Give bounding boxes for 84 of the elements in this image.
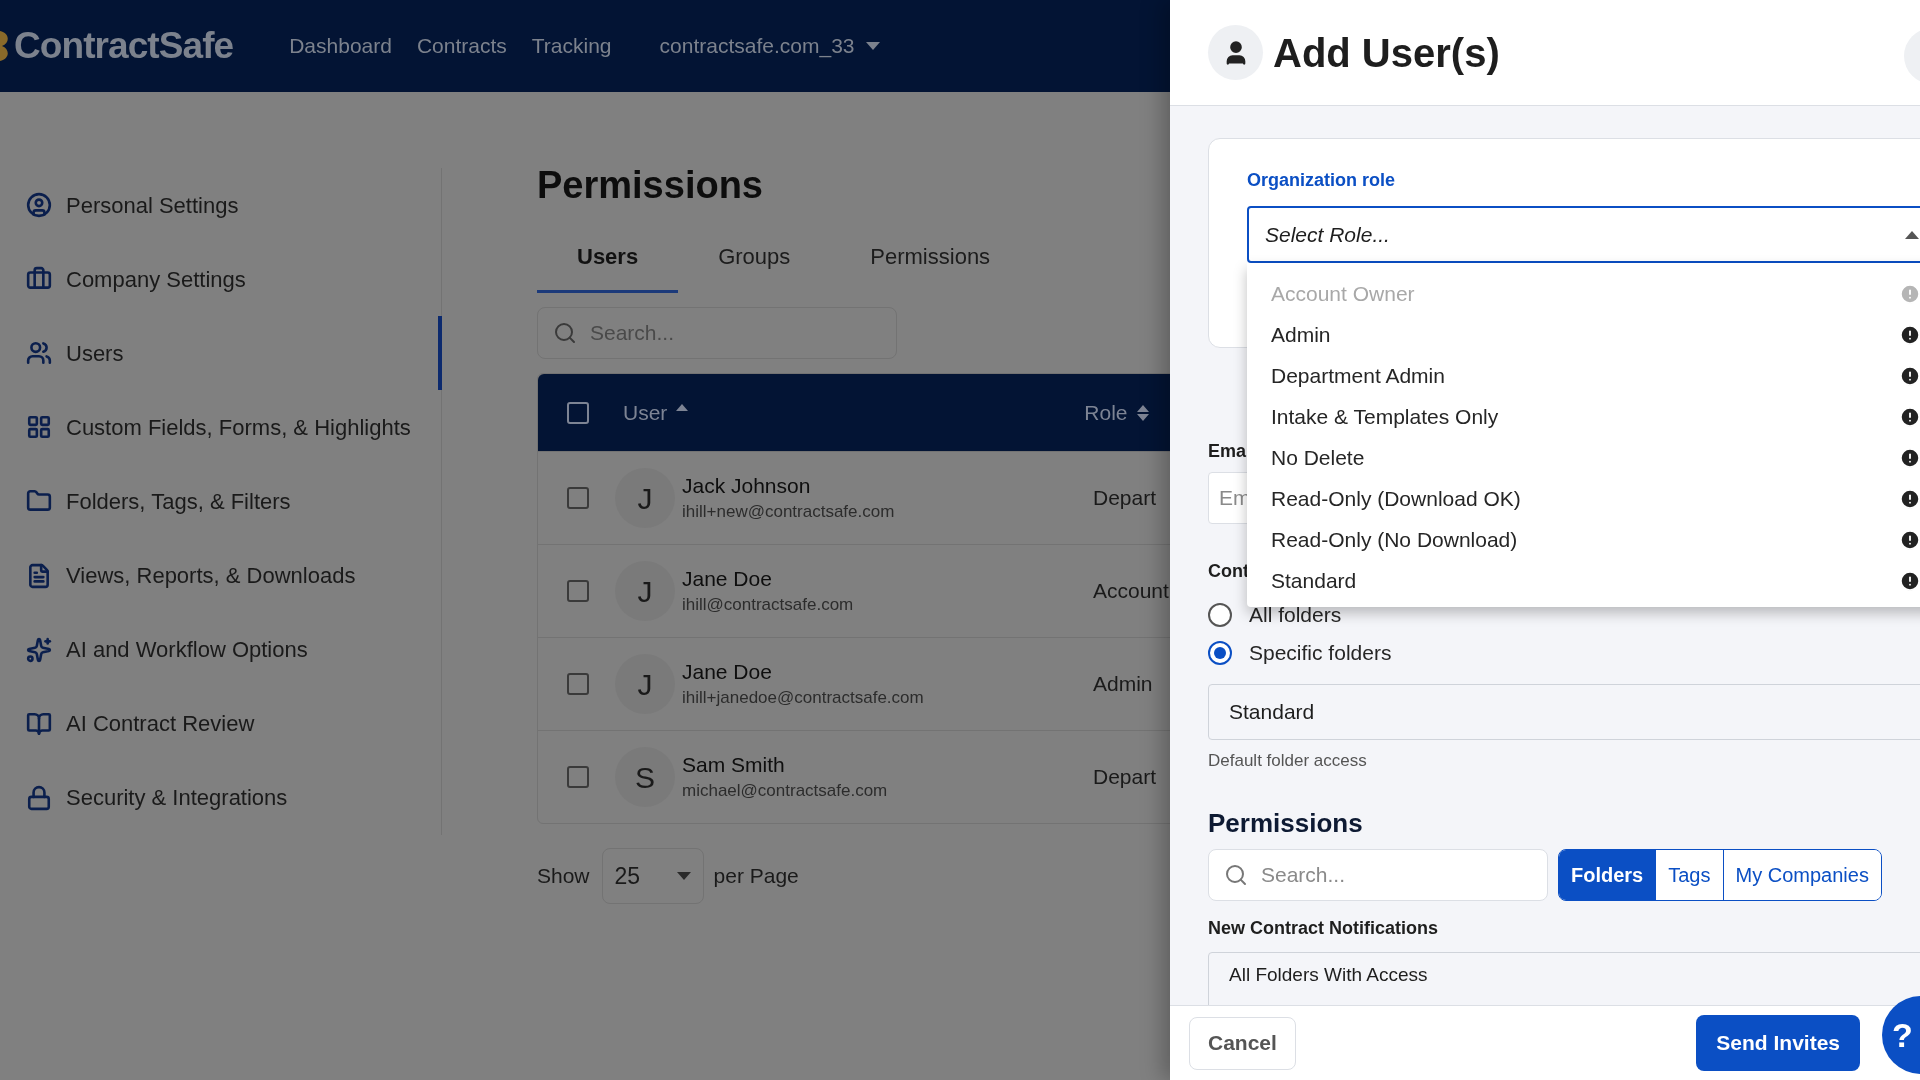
sidebar-item[interactable]: Folders, Tags, & Filters [0,464,442,539]
search-icon [553,321,577,345]
pagination-label: Show [537,863,590,890]
segment-tab[interactable]: Folders [1559,849,1656,900]
user-name: Jack Johnson [682,473,812,499]
avatar: J [615,561,675,621]
account-dropdown[interactable]: contractsafe.com_33 [659,30,881,62]
book-icon [26,710,52,737]
table-cell-text: Admin [1093,671,1153,698]
radio-button[interactable] [1208,603,1232,627]
pagination-label: per Page [713,863,799,890]
grid-icon [26,414,52,441]
user-email: ihill+janedoe@contractsafe.com [682,687,925,709]
user-name: Sam Smith [682,752,786,778]
table-cell-text: Account [1093,578,1169,605]
column-header[interactable]: User [623,396,690,429]
folder-select[interactable]: Standard [1208,684,1920,740]
sidebar-item[interactable]: Users [0,316,442,391]
lock-icon [26,784,52,811]
avatar: J [615,654,675,714]
logo-text: ContractSafe [14,24,234,69]
role-select[interactable]: Select Role... [1247,206,1920,263]
avatar: J [615,468,675,528]
section-title: Permissions [1208,806,1364,840]
dropdown-option[interactable]: Intake & Templates Only [1247,396,1920,437]
table-cell-text: Depart [1093,485,1157,512]
table-cell-text: Depart [1093,764,1157,791]
caret-icon [676,872,691,880]
column-header[interactable]: Role [1084,396,1150,429]
checkbox[interactable] [567,487,589,509]
help-button[interactable]: ? [1882,996,1920,1074]
nav-link[interactable]: Tracking [531,30,612,62]
radio-label: All folders [1249,602,1342,629]
sidebar-item[interactable]: Views, Reports, & Downloads [0,538,442,613]
field-hint: Default folder access [1208,750,1368,772]
checkbox[interactable] [567,401,589,424]
sidebar-item[interactable]: Company Settings [0,242,442,317]
avatar: S [615,747,675,807]
logo-icon [0,29,8,63]
segment-tab[interactable]: My Companies [1722,849,1881,900]
dropdown-option[interactable]: Department Admin [1247,355,1920,396]
panel-title: Add User(s) [1273,29,1500,77]
sidebar-item[interactable]: Custom Fields, Forms, & Highlights [0,390,442,465]
nav-link[interactable]: Contracts [416,30,507,62]
field-label: Cont [1208,560,1249,582]
field-label: New Contract Notifications [1208,916,1440,940]
radio-label: Specific folders [1249,640,1392,667]
tab[interactable]: Users [537,222,679,293]
user-email: ihill+new@contractsafe.com [682,501,896,523]
user-name: Jane Doe [682,659,773,685]
page-size-select[interactable]: 25 [601,848,704,904]
sidebar-item[interactable]: AI and Workflow Options [0,612,442,687]
sparkles-icon [26,636,52,663]
sidebar-item[interactable]: AI Contract Review [0,686,442,761]
nav-link[interactable]: Dashboard [289,30,392,62]
dropdown-option[interactable]: Read-Only (Download OK) [1247,478,1920,519]
caret-icon [866,42,881,50]
user-email: ihill@contractsafe.com [682,594,855,616]
sidebar-item[interactable]: Personal Settings [0,168,442,243]
radio-button[interactable] [1208,641,1232,665]
tab[interactable]: Groups [678,222,831,293]
tab[interactable]: Permissions [830,222,1031,293]
sidebar-item[interactable]: Security & Integrations [0,760,442,835]
user-name: Jane Doe [682,566,773,592]
segment-tab[interactable]: Tags [1655,849,1723,900]
field-label: Ema [1208,440,1247,462]
user-email: michael@contractsafe.com [682,780,889,802]
checkbox[interactable] [567,766,589,788]
page-title: Permissions [537,163,764,208]
people-icon [26,340,52,367]
dropdown-option[interactable]: Admin [1247,314,1920,355]
dropdown-option[interactable]: No Delete [1247,437,1920,478]
cancel-button[interactable]: Cancel [1189,1016,1296,1070]
user-circle-icon [26,192,52,219]
notifications-select[interactable]: All Folders With Access [1208,951,1920,1005]
document-icon [26,562,52,589]
search-icon [1224,862,1248,887]
checkbox[interactable] [567,673,589,695]
field-label: Organization role [1247,169,1397,192]
dropdown-option[interactable]: Standard [1247,560,1920,601]
send-invites-button[interactable]: Send Invites [1696,1015,1860,1071]
caret-icon [1905,230,1919,239]
dropdown-option[interactable]: Read-Only (No Download) [1247,519,1920,560]
checkbox[interactable] [567,580,589,602]
